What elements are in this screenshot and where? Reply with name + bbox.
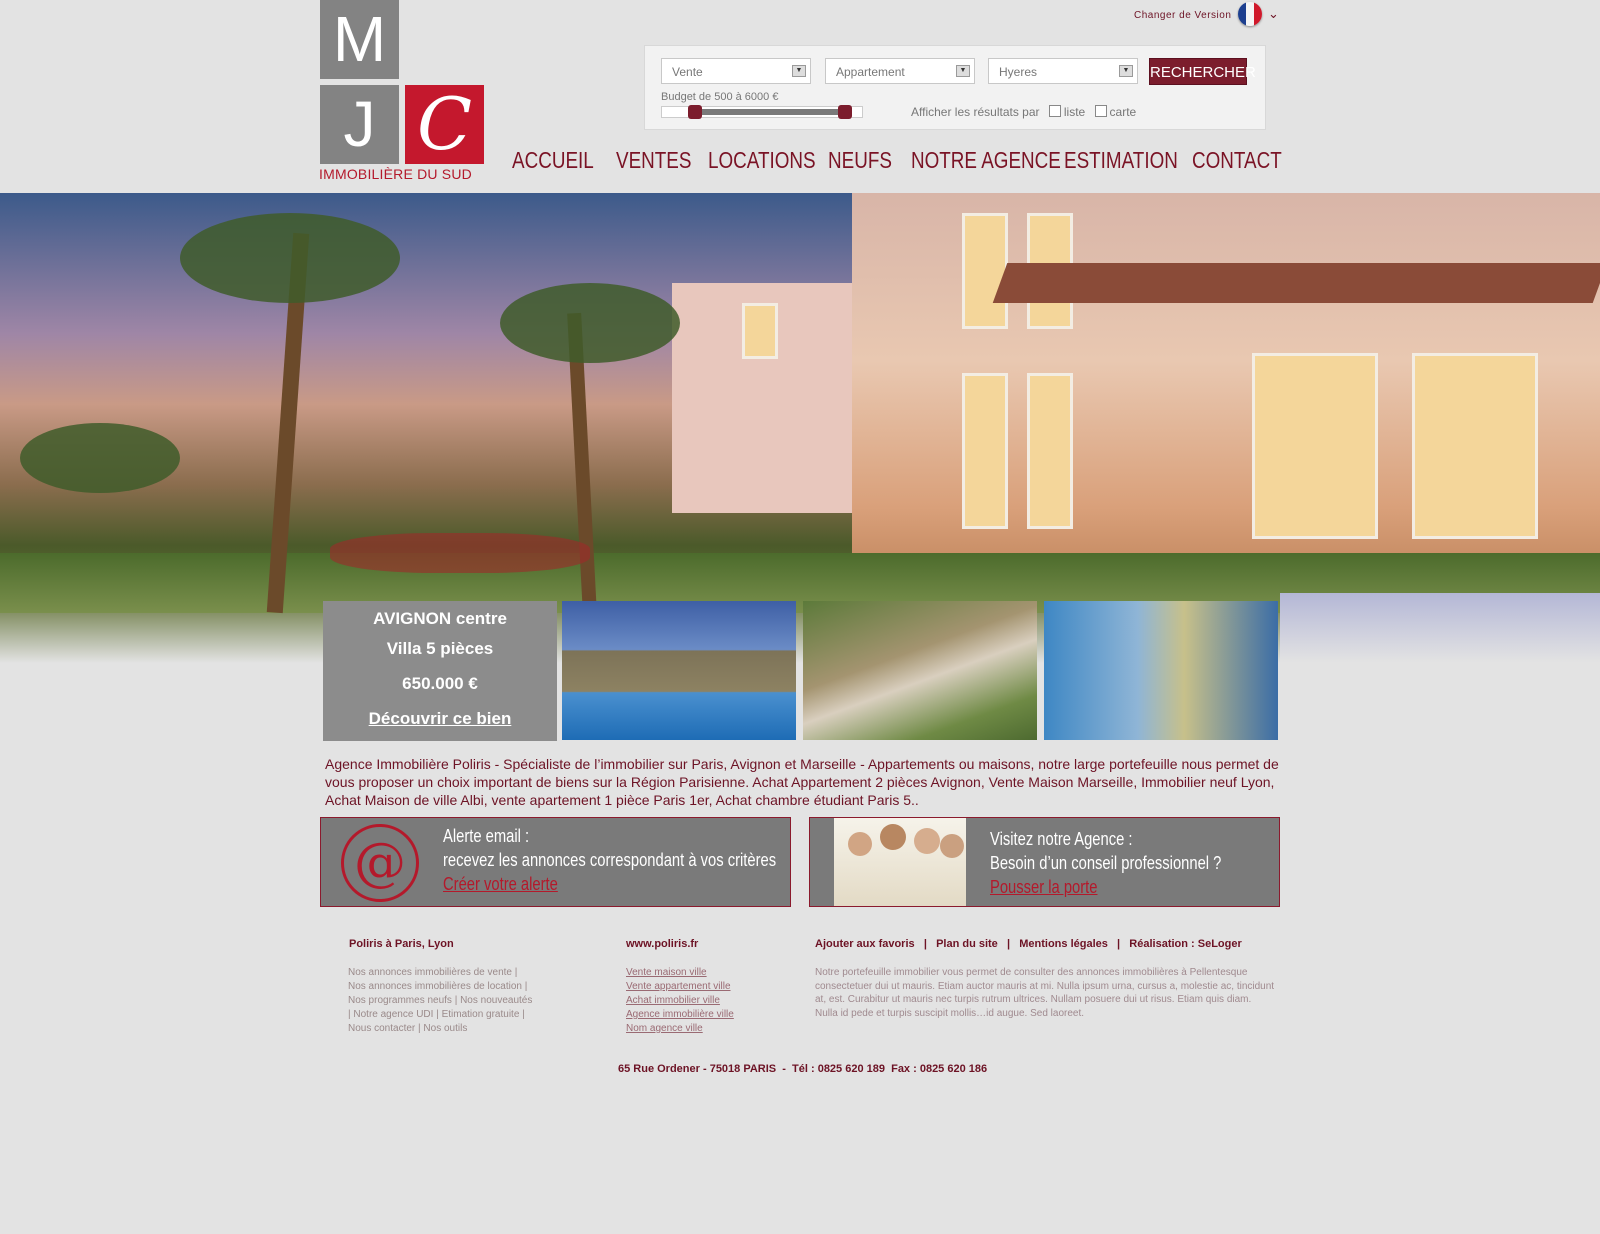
dropdown-arrow-icon[interactable]: ▼ (956, 65, 970, 77)
featured-price: 650.000 € (402, 674, 478, 693)
france-flag-icon[interactable] (1238, 2, 1262, 26)
footer-utility-links: Ajouter aux favoris | Plan du site | Men… (815, 938, 1242, 950)
property-type-select-value: Appartement (836, 65, 905, 79)
legal-link[interactable]: Mentions légales (1019, 938, 1108, 950)
email-alert-title: Alerte email : (443, 826, 530, 846)
city-select-value: Hyeres (999, 65, 1038, 79)
featured-property-card[interactable]: AVIGNON centre Villa 5 pièces 650.000 € … (323, 601, 557, 741)
roof-shape (992, 263, 1600, 303)
footer-separator: | (1006, 938, 1011, 950)
nav-item-estimation[interactable]: ESTIMATION (1064, 147, 1178, 174)
hero-banner-image (0, 193, 1600, 663)
property-thumbnail-living-room[interactable] (1044, 601, 1278, 740)
list-checkbox[interactable] (1048, 105, 1061, 117)
villa-illustration (672, 193, 1600, 613)
pool-shape (1280, 593, 1600, 663)
logo-subtitle: IMMOBILIÈRE DU SUD (319, 166, 472, 182)
footer-link[interactable]: | Notre agence UDI | Etimation gratuite … (348, 1008, 532, 1022)
footer-link[interactable]: Vente maison ville (626, 966, 734, 980)
footer-link[interactable]: Agence immobilière ville (626, 1008, 734, 1022)
footer-col1-links: Nos annonces immobilières de vente | Nos… (348, 966, 532, 1036)
footer-separator: | (923, 938, 927, 950)
create-alert-link[interactable]: Créer votre alerte (443, 872, 776, 896)
email-at-icon: @ (341, 824, 419, 902)
map-checkbox[interactable] (1094, 105, 1107, 117)
visit-agency-text: Visitez notre Agence : Besoin d’un conse… (990, 827, 1272, 899)
footer-link[interactable]: Vente appartement ville (626, 980, 734, 994)
search-panel: Vente ▼ Appartement ▼ Hyeres ▼ RECHERCHE… (644, 45, 1266, 130)
search-button[interactable]: RECHERCHER (1149, 58, 1256, 85)
email-alert-box[interactable]: @ Alerte email : recevez les annonces co… (320, 817, 791, 907)
budget-slider-min-handle[interactable] (688, 105, 702, 119)
logo-letter-c: C (405, 85, 484, 164)
footer-link[interactable]: Nos annonces immobilières de location | (348, 980, 532, 994)
dropdown-arrow-icon[interactable]: ▼ (1119, 65, 1133, 77)
add-favorites-link[interactable]: Ajouter aux favoris (815, 938, 915, 950)
footer-col2-links: Vente maison ville Vente appartement vil… (626, 966, 734, 1036)
property-thumbnail-pool-house[interactable] (562, 601, 796, 740)
credit-link[interactable]: Réalisation : SeLoger (1129, 938, 1241, 950)
footer-col1-title: Poliris à Paris, Lyon (349, 938, 454, 950)
list-checkbox-label[interactable]: liste (1064, 105, 1085, 119)
footer-link[interactable]: Achat immobilier ville (626, 994, 734, 1008)
nav-item-accueil[interactable]: ACCUEIL (512, 147, 594, 174)
sitemap-link[interactable]: Plan du site (936, 938, 998, 950)
budget-slider[interactable] (661, 105, 863, 119)
map-checkbox-label[interactable]: carte (1110, 105, 1137, 119)
change-version-link[interactable]: Changer de Version (1134, 10, 1231, 21)
footer-separator: | (1117, 938, 1121, 950)
footer-link[interactable]: Nom agence ville (626, 1022, 734, 1036)
featured-location: AVIGNON centre (373, 609, 507, 628)
budget-slider-range (696, 109, 846, 115)
visit-agency-description: Besoin d’un conseil professionnel ? (990, 853, 1222, 873)
featured-link[interactable]: Découvrir ce bien (323, 709, 557, 729)
email-alert-text: Alerte email : recevez les annonces corr… (443, 824, 849, 896)
logo-letter-j: J (320, 85, 399, 164)
nav-item-neufs[interactable]: NEUFS (828, 147, 892, 174)
dropdown-arrow-icon[interactable]: ▼ (792, 65, 806, 77)
footer-col2-title[interactable]: www.poliris.fr (626, 938, 698, 950)
display-mode-label: Afficher les résultats par (911, 105, 1040, 119)
team-photo (834, 818, 966, 906)
visit-agency-title: Visitez notre Agence : (990, 829, 1133, 849)
budget-label: Budget de 500 à 6000 € (661, 91, 779, 103)
transaction-select-value: Vente (672, 65, 703, 79)
chevron-down-icon[interactable]: ⌄ (1268, 6, 1279, 22)
email-alert-description: recevez les annonces correspondant à vos… (443, 850, 777, 870)
footer-link[interactable]: Nous contacter | Nos outils (348, 1022, 532, 1036)
agency-description: Agence Immobilière Poliris - Spécialiste… (325, 756, 1279, 808)
visit-agency-link[interactable]: Pousser la porte (990, 875, 1221, 899)
site-logo[interactable]: M J C IMMOBILIÈRE DU SUD (319, 0, 484, 184)
featured-type: Villa 5 pièces (386, 639, 494, 658)
logo-letter-m: M (320, 0, 399, 79)
property-thumbnail-stone-house[interactable] (803, 601, 1037, 740)
footer-link[interactable]: Nos programmes neufs | Nos nouveautés (348, 994, 532, 1008)
nav-item-contact[interactable]: CONTACT (1192, 147, 1282, 174)
visit-agency-box[interactable]: Visitez notre Agence : Besoin d’un conse… (809, 817, 1280, 907)
footer-description: Notre portefeuille immobilier vous perme… (815, 967, 1275, 1019)
nav-item-notre-agence[interactable]: NOTRE AGENCE (911, 147, 1061, 174)
display-mode: Afficher les résultats par liste carte (911, 105, 1136, 119)
footer-link[interactable]: Nos annonces immobilières de vente | (348, 966, 532, 980)
nav-item-locations[interactable]: LOCATIONS (708, 147, 816, 174)
property-type-select[interactable]: Appartement ▼ (825, 58, 975, 84)
city-select[interactable]: Hyeres ▼ (988, 58, 1138, 84)
footer-address: 65 Rue Ordener - 75018 PARIS - Tél : 082… (618, 1063, 988, 1075)
transaction-select[interactable]: Vente ▼ (661, 58, 811, 84)
nav-item-ventes[interactable]: VENTES (616, 147, 691, 174)
budget-slider-max-handle[interactable] (838, 105, 852, 119)
